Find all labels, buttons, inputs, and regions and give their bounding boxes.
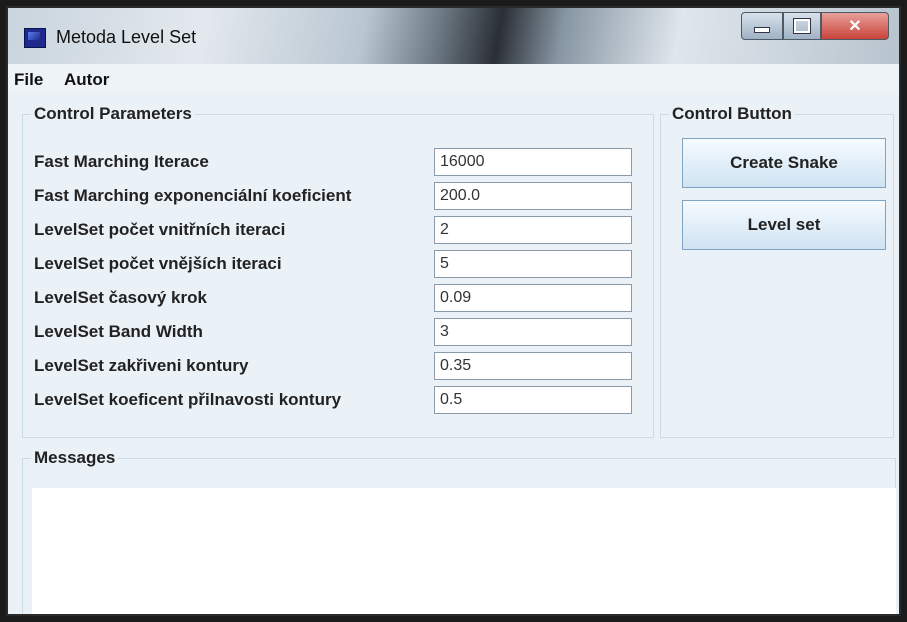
app-window-icon: [24, 28, 46, 48]
minimize-button[interactable]: [741, 12, 783, 40]
param-input-band-width[interactable]: [434, 318, 632, 346]
main-window: Metoda Level Set ✕ File Autor Control Pa…: [6, 6, 901, 616]
control-parameters-legend: Control Parameters: [34, 104, 192, 123]
close-button[interactable]: ✕: [821, 12, 889, 40]
messages-text-area[interactable]: [32, 488, 896, 614]
param-label: LevelSet počet vnějších iteraci: [34, 254, 282, 273]
messages-legend: Messages: [34, 448, 116, 467]
maximize-icon: [793, 18, 811, 34]
minimize-icon: [754, 27, 770, 33]
param-input-vnejsich-iteraci[interactable]: [434, 250, 632, 278]
param-label: LevelSet časový krok: [34, 288, 207, 307]
menu-bar: File Autor: [8, 64, 899, 94]
param-label: LevelSet zakřiveni kontury: [34, 356, 249, 375]
param-input-casovy-krok[interactable]: [434, 284, 632, 312]
param-input-vnitrnich-iteraci[interactable]: [434, 216, 632, 244]
title-bar[interactable]: Metoda Level Set ✕: [8, 8, 899, 64]
param-input-fast-marching-koeficient[interactable]: [434, 182, 632, 210]
param-label: Fast Marching Iterace: [34, 152, 209, 171]
level-set-button[interactable]: Level set: [682, 200, 886, 250]
menu-autor[interactable]: Autor: [64, 70, 109, 90]
control-button-legend: Control Button: [672, 104, 792, 123]
param-label: LevelSet koeficent přilnavosti kontury: [34, 390, 342, 409]
maximize-button[interactable]: [783, 12, 821, 40]
param-label: LevelSet Band Width: [34, 322, 203, 341]
param-label: Fast Marching exponenciální koeficient: [34, 186, 352, 205]
create-snake-button[interactable]: Create Snake: [682, 138, 886, 188]
window-controls: ✕: [741, 12, 889, 40]
param-label: LevelSet počet vnitřních iteraci: [34, 220, 286, 239]
menu-file[interactable]: File: [14, 70, 43, 90]
window-title: Metoda Level Set: [56, 27, 197, 47]
param-input-prilnavosti-kontury[interactable]: [434, 386, 632, 414]
param-input-fast-marching-iterace[interactable]: [434, 148, 632, 176]
param-input-zakriveni-kontury[interactable]: [434, 352, 632, 380]
close-icon: ✕: [848, 18, 862, 35]
